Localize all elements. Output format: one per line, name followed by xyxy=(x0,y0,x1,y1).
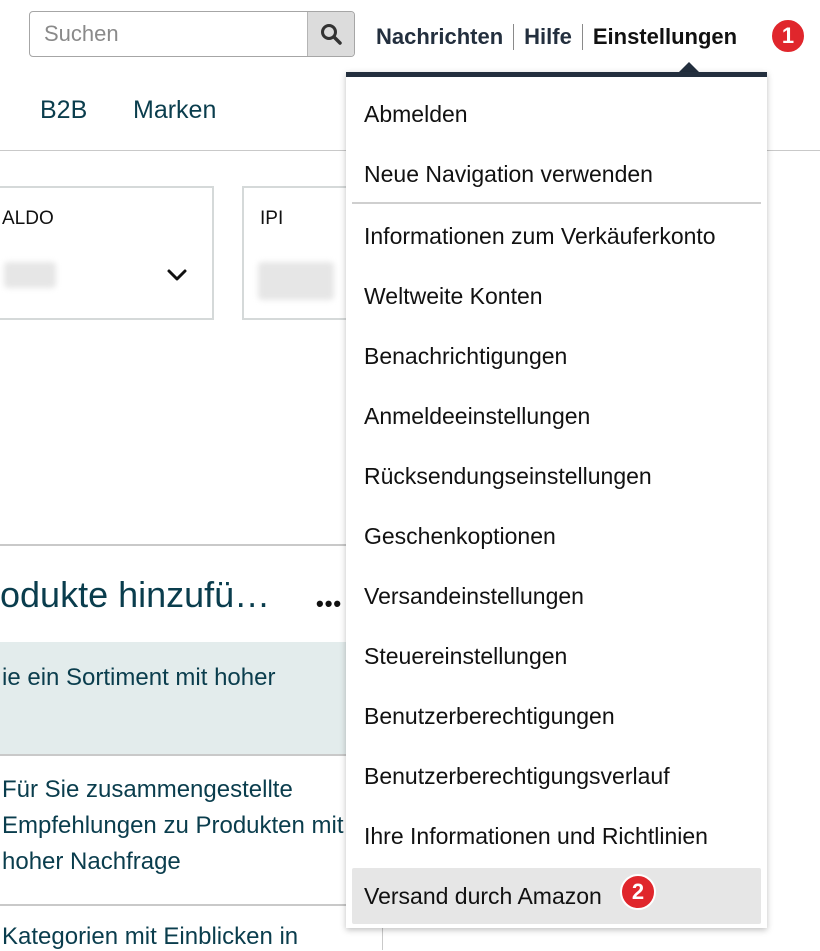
nav-separator xyxy=(581,24,583,50)
menu-item-tax-settings[interactable]: Steuereinstellungen xyxy=(352,628,761,684)
subnav-brands-link[interactable]: Marken xyxy=(133,96,216,125)
chevron-down-icon[interactable] xyxy=(166,268,188,284)
menu-item-global-accounts[interactable]: Weltweite Konten xyxy=(352,268,761,324)
menu-item-seller-account-info[interactable]: Informationen zum Verkäuferkonto xyxy=(352,208,761,264)
section-divider xyxy=(0,544,346,546)
menu-divider xyxy=(352,202,761,204)
categories-link[interactable]: Kategorien mit Einblicken in xyxy=(2,923,298,951)
info-banner-text: ie ein Sortiment mit hoher xyxy=(2,664,276,691)
nav-separator xyxy=(513,24,515,50)
nav-settings-link[interactable]: Einstellungen xyxy=(593,24,737,50)
ipi-card[interactable]: IPI xyxy=(242,186,352,320)
recommendations-link[interactable]: Für Sie zusammengestellte Empfehlungen z… xyxy=(2,772,347,880)
search-input[interactable] xyxy=(30,12,308,56)
section-title: odukte hinzufü… xyxy=(0,574,271,615)
search-box xyxy=(29,11,355,57)
balance-card-label: ALDO xyxy=(2,208,54,229)
list-divider xyxy=(0,904,346,906)
more-options-icon[interactable]: ••• xyxy=(316,591,342,617)
menu-item-shipping-settings[interactable]: Versandeinstellungen xyxy=(352,568,761,624)
menu-item-notifications[interactable]: Benachrichtigungen xyxy=(352,328,761,384)
settings-dropdown-menu: Abmelden Neue Navigation verwenden Infor… xyxy=(346,72,767,928)
redacted-value xyxy=(258,262,334,300)
menu-item-new-navigation[interactable]: Neue Navigation verwenden xyxy=(352,146,761,202)
top-nav: Nachrichten Hilfe Einstellungen xyxy=(376,20,737,54)
menu-item-return-settings[interactable]: Rücksendungseinstellungen xyxy=(352,448,761,504)
menu-item-fulfillment-by-amazon[interactable]: Versand durch Amazon xyxy=(352,868,761,924)
step-badge-1: 1 xyxy=(770,18,806,54)
menu-item-gift-options[interactable]: Geschenkoptionen xyxy=(352,508,761,564)
search-icon xyxy=(321,24,342,45)
step-badge-2: 2 xyxy=(620,874,656,910)
redacted-value xyxy=(4,262,56,288)
nav-messages-link[interactable]: Nachrichten xyxy=(376,24,503,50)
info-banner xyxy=(0,642,346,756)
menu-item-user-permissions-history[interactable]: Benutzerberechtigungsverlauf xyxy=(352,748,761,804)
menu-item-sign-out[interactable]: Abmelden xyxy=(352,86,761,142)
menu-item-login-settings[interactable]: Anmeldeeinstellungen xyxy=(352,388,761,444)
subnav-b2b-link[interactable]: B2B xyxy=(40,96,87,125)
ipi-card-label: IPI xyxy=(260,208,284,229)
search-button[interactable] xyxy=(307,12,354,56)
menu-item-your-info-policies[interactable]: Ihre Informationen und Richtlinien xyxy=(352,808,761,864)
nav-help-link[interactable]: Hilfe xyxy=(524,24,572,50)
balance-card[interactable]: ALDO xyxy=(0,186,214,320)
menu-item-user-permissions[interactable]: Benutzerberechtigungen xyxy=(352,688,761,744)
